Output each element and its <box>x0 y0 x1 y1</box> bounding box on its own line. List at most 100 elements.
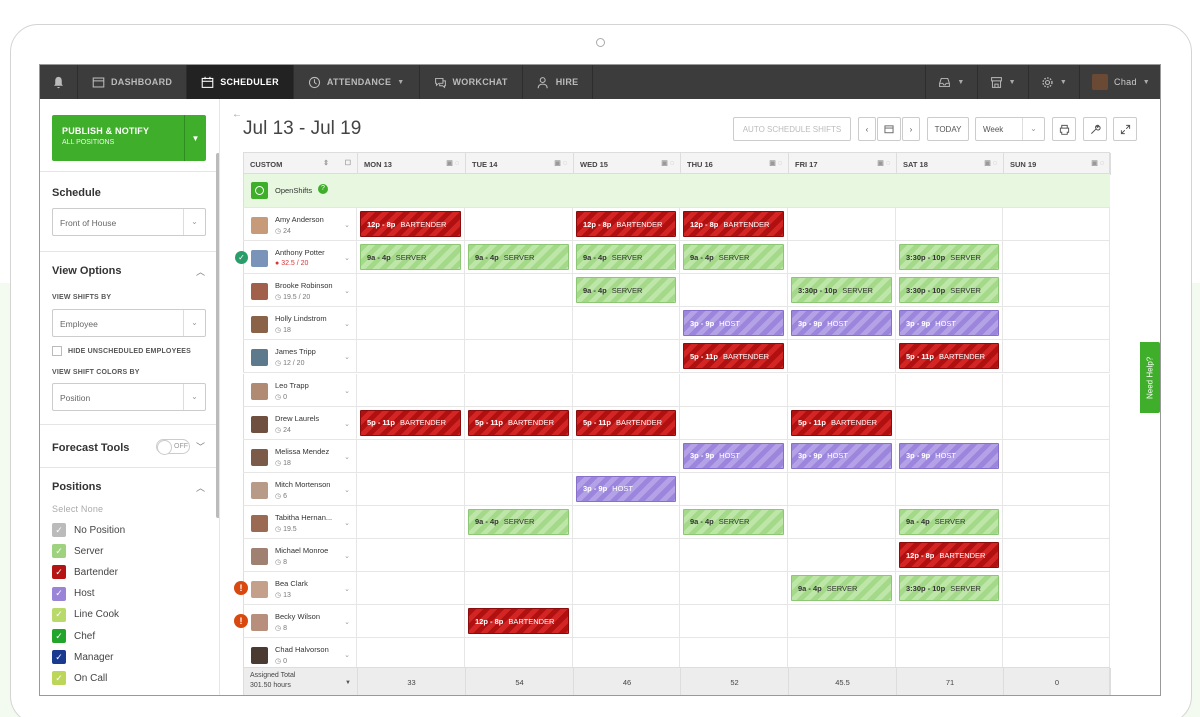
fullscreen-button[interactable] <box>1113 117 1137 141</box>
day-cell[interactable] <box>465 307 573 340</box>
openshift-cell[interactable] <box>573 174 680 207</box>
chevron-down-icon[interactable]: ⌄ <box>344 420 350 428</box>
shift-block[interactable]: 9a - 4p SERVER <box>791 575 892 602</box>
day-header[interactable]: WED 15 ▣ ◌ <box>574 153 681 175</box>
position-item[interactable]: ✓ Server <box>52 544 103 559</box>
hide-unscheduled-checkbox[interactable] <box>52 346 62 356</box>
openshift-cell[interactable] <box>357 174 465 207</box>
chevron-up-icon[interactable]: ︿ <box>196 265 205 278</box>
employee-cell[interactable]: Becky Wilson ◷ 8 ⌄ <box>243 605 357 638</box>
chevron-down-icon[interactable]: ⌄ <box>344 651 350 659</box>
shift-block[interactable]: 5p - 11p BARTENDER <box>791 409 892 436</box>
employee-cell[interactable]: Brooke Robinson ◷ 19.5 / 20 ⌄ <box>243 274 357 307</box>
day-cell[interactable] <box>1003 505 1110 538</box>
calendar-picker-button[interactable] <box>877 117 901 141</box>
day-cell[interactable] <box>788 340 896 373</box>
shift-block[interactable]: 9a - 4p SERVER <box>576 244 676 271</box>
nav-hire[interactable]: HIRE <box>523 65 594 99</box>
help-icon[interactable]: ? <box>318 184 328 194</box>
day-cell[interactable] <box>680 274 788 307</box>
next-week-button[interactable]: › <box>902 117 920 141</box>
schedule-select[interactable]: Front of House ⌄ <box>52 208 206 236</box>
day-cell[interactable] <box>680 539 788 572</box>
position-checkbox[interactable]: ✓ <box>52 607 66 622</box>
position-checkbox[interactable]: ✓ <box>52 544 66 559</box>
user-menu[interactable]: Chad ▼ <box>1079 65 1160 99</box>
day-cell[interactable] <box>788 505 896 538</box>
day-cell[interactable] <box>357 572 465 605</box>
day-cell[interactable] <box>573 307 680 340</box>
day-cell[interactable] <box>465 373 573 406</box>
chevron-down-icon[interactable]: ⌄ <box>344 486 350 494</box>
shift-block[interactable]: 9a - 4p SERVER <box>683 244 784 271</box>
day-cell[interactable] <box>357 605 465 638</box>
day-cell[interactable] <box>896 605 1003 638</box>
shift-block[interactable]: 3p - 9p HOST <box>899 310 999 337</box>
day-cell[interactable] <box>573 340 680 373</box>
employee-cell[interactable]: Michael Monroe ◷ 8 ⌄ <box>243 539 357 572</box>
today-button[interactable]: TODAY <box>927 117 969 141</box>
day-header[interactable]: SAT 18 ▣ ◌ <box>897 153 1004 175</box>
day-cell[interactable] <box>1003 274 1110 307</box>
day-cell[interactable] <box>357 472 465 505</box>
view-colors-select[interactable]: Position ⌄ <box>52 383 206 411</box>
position-checkbox[interactable]: ✓ <box>52 650 66 665</box>
day-cell[interactable] <box>1003 605 1110 638</box>
chevron-down-icon[interactable]: ⌄ <box>344 287 350 295</box>
view-shifts-by-select[interactable]: Employee ⌄ <box>52 309 206 337</box>
shift-block[interactable]: 9a - 4p SERVER <box>468 244 569 271</box>
shift-block[interactable]: 12p - 8p BARTENDER <box>576 211 676 237</box>
day-header[interactable]: MON 13 ▣ ◌ <box>358 153 466 175</box>
nav-dashboard[interactable]: DASHBOARD <box>78 65 188 99</box>
day-cell[interactable] <box>896 472 1003 505</box>
prev-week-button[interactable]: ‹ <box>858 117 876 141</box>
chevron-down-icon[interactable]: ⌄ <box>344 519 350 527</box>
chevron-down-icon[interactable]: ▼ <box>184 115 206 161</box>
chevron-down-icon[interactable]: ⌄ <box>344 585 350 593</box>
view-mode-select[interactable]: Week ⌄ <box>975 117 1045 141</box>
auto-schedule-button[interactable]: AUTO SCHEDULE SHIFTS <box>733 117 851 141</box>
back-arrow-icon[interactable]: ← <box>232 109 242 120</box>
chevron-down-icon[interactable]: ⌄ <box>344 453 350 461</box>
chevron-down-icon[interactable]: ⌄ <box>344 254 350 262</box>
openshift-cell[interactable] <box>896 174 1003 207</box>
shift-block[interactable]: 3p - 9p HOST <box>683 442 784 469</box>
day-cell[interactable] <box>357 539 465 572</box>
position-item[interactable]: ✓ On Call <box>52 671 107 686</box>
openshift-cell[interactable] <box>680 174 788 207</box>
shift-block[interactable]: 3p - 9p HOST <box>899 442 999 469</box>
day-cell[interactable] <box>357 340 465 373</box>
chevron-down-icon[interactable]: ﹀ <box>196 440 205 453</box>
shift-block[interactable]: 3:30p - 10p SERVER <box>899 244 999 271</box>
alert-icon[interactable]: ! <box>234 581 248 596</box>
day-cell[interactable] <box>680 406 788 439</box>
day-actions-icon[interactable]: ▣ ◌ <box>446 159 459 167</box>
employee-cell[interactable]: Chad Halvorson ◷ 0 ⌄ <box>243 638 357 671</box>
day-actions-icon[interactable]: ▣ ◌ <box>1091 159 1104 167</box>
shift-block[interactable]: 3p - 9p HOST <box>576 475 676 502</box>
day-cell[interactable] <box>680 605 788 638</box>
day-cell[interactable] <box>465 638 573 671</box>
nav-workchat[interactable]: WORKCHAT <box>420 65 523 99</box>
shift-block[interactable]: 3:30p - 10p SERVER <box>899 277 999 304</box>
day-cell[interactable] <box>896 373 1003 406</box>
day-cell[interactable] <box>1003 539 1110 572</box>
day-actions-icon[interactable]: ▣ ◌ <box>877 159 890 167</box>
tools-button[interactable] <box>1083 117 1107 141</box>
openshift-cell[interactable] <box>1003 174 1110 207</box>
notifications-bell-icon[interactable] <box>40 65 78 99</box>
settings-menu[interactable]: ▼ <box>1027 65 1079 99</box>
employee-cell[interactable]: Melissa Mendez ◷ 18 ⌄ <box>243 439 357 472</box>
day-header[interactable]: TUE 14 ▣ ◌ <box>466 153 574 175</box>
shift-block[interactable]: 9a - 4p SERVER <box>683 508 784 535</box>
need-help-tab[interactable]: Need Help? <box>1140 342 1160 413</box>
shift-block[interactable]: 5p - 11p BARTENDER <box>576 409 676 436</box>
shift-block[interactable]: 5p - 11p BARTENDER <box>683 343 784 370</box>
day-cell[interactable] <box>465 439 573 472</box>
day-cell[interactable] <box>788 241 896 274</box>
day-cell[interactable] <box>788 208 896 241</box>
day-cell[interactable] <box>573 373 680 406</box>
day-cell[interactable] <box>788 605 896 638</box>
position-item[interactable]: ✓ Chef <box>52 629 95 643</box>
day-cell[interactable] <box>1003 208 1110 241</box>
